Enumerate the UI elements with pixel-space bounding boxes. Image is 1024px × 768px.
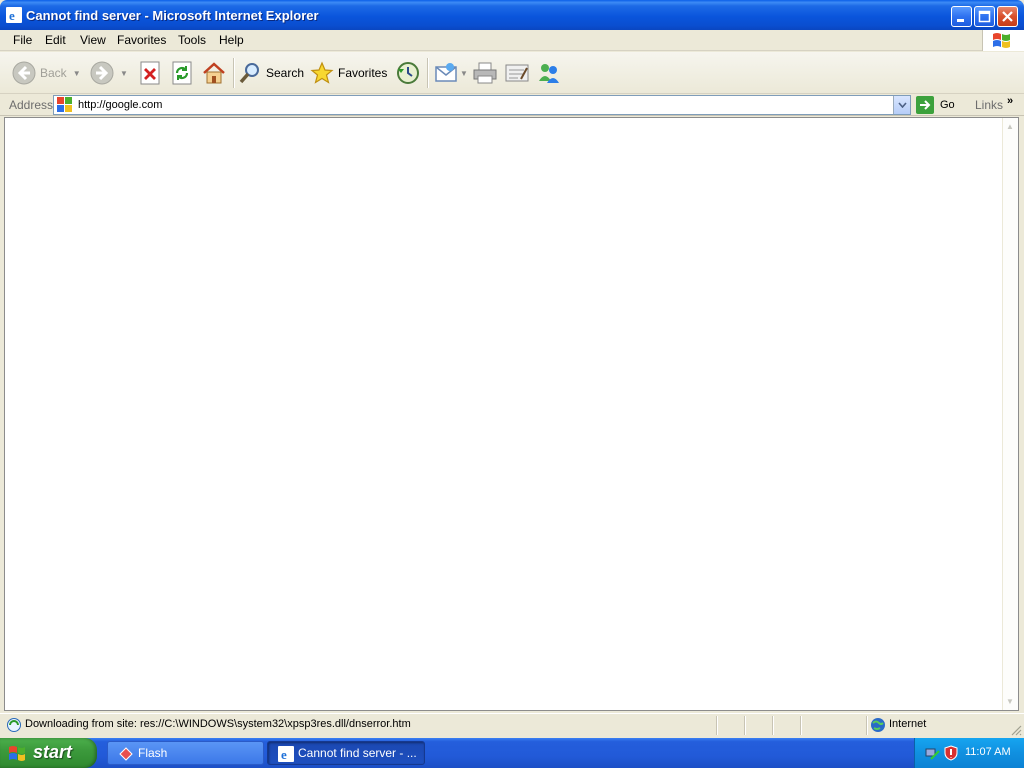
taskbar-item-label: Cannot find server - ...	[298, 746, 417, 760]
menu-tools[interactable]: Tools	[178, 33, 206, 47]
address-dropdown-button[interactable]	[893, 96, 910, 114]
minimize-button[interactable]	[951, 6, 972, 27]
star-icon	[310, 61, 334, 84]
chevron-down-icon	[897, 102, 907, 108]
menu-favorites[interactable]: Favorites	[117, 33, 166, 47]
favorites-label: Favorites	[338, 66, 388, 80]
taskbar: start Flash e Cannot find server - ... 1…	[0, 738, 1024, 768]
messenger-button[interactable]	[536, 58, 562, 88]
scroll-up-icon[interactable]: ▲	[1006, 122, 1014, 131]
title-bar[interactable]: e Cannot find server - Microsoft Interne…	[0, 0, 1024, 30]
back-label: Back	[40, 66, 67, 80]
go-arrow-icon	[916, 96, 934, 114]
security-shield-icon[interactable]	[943, 745, 959, 761]
search-label: Search	[266, 66, 305, 80]
menu-view[interactable]: View	[80, 33, 106, 47]
svg-text:e: e	[9, 8, 15, 23]
messenger-icon	[539, 64, 559, 83]
windows-flag-icon	[993, 33, 1010, 48]
page-icon	[57, 97, 72, 112]
stop-button[interactable]	[139, 58, 161, 88]
status-pane	[772, 716, 800, 735]
edit-button[interactable]	[504, 58, 530, 88]
menu-bar: File Edit View Favorites Tools Help	[0, 30, 1024, 51]
menu-file[interactable]: File	[13, 33, 32, 47]
back-arrow-icon	[12, 61, 36, 85]
refresh-icon	[172, 61, 192, 85]
taskbar-item-label: Flash	[138, 746, 168, 760]
taskbar-item-ie[interactable]: e Cannot find server - ...	[267, 741, 425, 765]
menu-edit[interactable]: Edit	[45, 33, 66, 47]
page-content[interactable]: ▲ ▼	[4, 117, 1019, 711]
go-label: Go	[940, 99, 955, 111]
close-icon	[1002, 11, 1013, 22]
printer-icon	[473, 62, 497, 84]
maximize-icon	[978, 10, 991, 23]
vertical-scrollbar[interactable]: ▲ ▼	[1002, 118, 1018, 710]
search-icon	[239, 63, 259, 84]
resize-grip-icon[interactable]	[1010, 724, 1022, 736]
toolbar-separator	[233, 58, 234, 88]
windows-flag-icon	[9, 746, 25, 761]
address-field[interactable]	[53, 95, 911, 115]
mail-button[interactable]: ▼	[434, 58, 468, 88]
favorites-button[interactable]: Favorites	[310, 58, 387, 88]
zone-label: Internet	[889, 718, 927, 730]
chevron-down-icon[interactable]: ▼	[73, 69, 81, 78]
status-text: Downloading from site: res://C:\WINDOWS\…	[25, 718, 411, 730]
status-bar: Downloading from site: res://C:\WINDOWS\…	[0, 713, 1024, 737]
window-title: Cannot find server - Microsoft Internet …	[26, 8, 319, 23]
toolbar-separator	[427, 58, 428, 88]
start-label: start	[33, 742, 73, 762]
address-bar: Address Go Links »	[0, 94, 1024, 116]
ie-icon: e	[278, 746, 294, 762]
scroll-down-icon[interactable]: ▼	[1006, 697, 1014, 706]
clock[interactable]: 11:07 AM	[965, 746, 1011, 758]
go-button[interactable]: Go	[916, 96, 955, 114]
status-pane	[716, 716, 744, 735]
forward-button[interactable]: ▼	[90, 58, 128, 88]
chevron-down-icon[interactable]: ▼	[460, 69, 468, 78]
back-button[interactable]: Back ▼	[12, 58, 81, 88]
flash-icon	[119, 747, 133, 761]
history-button[interactable]	[395, 58, 421, 88]
start-button[interactable]: start	[0, 738, 97, 768]
address-input[interactable]	[78, 97, 888, 113]
edit-page-icon	[505, 64, 529, 82]
status-pane	[800, 716, 866, 735]
mail-icon	[435, 63, 457, 82]
refresh-button[interactable]	[171, 58, 193, 88]
print-button[interactable]	[472, 58, 498, 88]
svg-text:e: e	[281, 747, 287, 762]
stop-icon	[140, 61, 160, 85]
windows-logo	[982, 30, 1024, 51]
search-button[interactable]: Search	[238, 58, 304, 88]
minimize-icon	[957, 19, 964, 22]
forward-arrow-icon	[90, 61, 114, 85]
chevron-down-icon[interactable]: ▼	[120, 69, 128, 78]
internet-globe-icon	[871, 718, 885, 732]
taskbar-item-flash[interactable]: Flash	[107, 741, 264, 765]
menu-help[interactable]: Help	[219, 33, 244, 47]
home-icon	[203, 62, 225, 84]
home-button[interactable]	[201, 58, 227, 88]
maximize-button[interactable]	[974, 6, 995, 27]
ie-icon[interactable]: e	[6, 7, 22, 23]
history-icon	[397, 62, 419, 84]
links-label[interactable]: Links	[975, 98, 1003, 112]
network-icon[interactable]	[925, 745, 941, 761]
address-label: Address	[9, 98, 54, 112]
status-pane	[744, 716, 772, 735]
close-button[interactable]	[997, 6, 1018, 27]
standard-toolbar: Back ▼ ▼ Search Favorites ▼	[0, 52, 1024, 94]
loading-page-icon	[7, 718, 21, 732]
chevron-right-icon[interactable]: »	[1007, 95, 1013, 107]
